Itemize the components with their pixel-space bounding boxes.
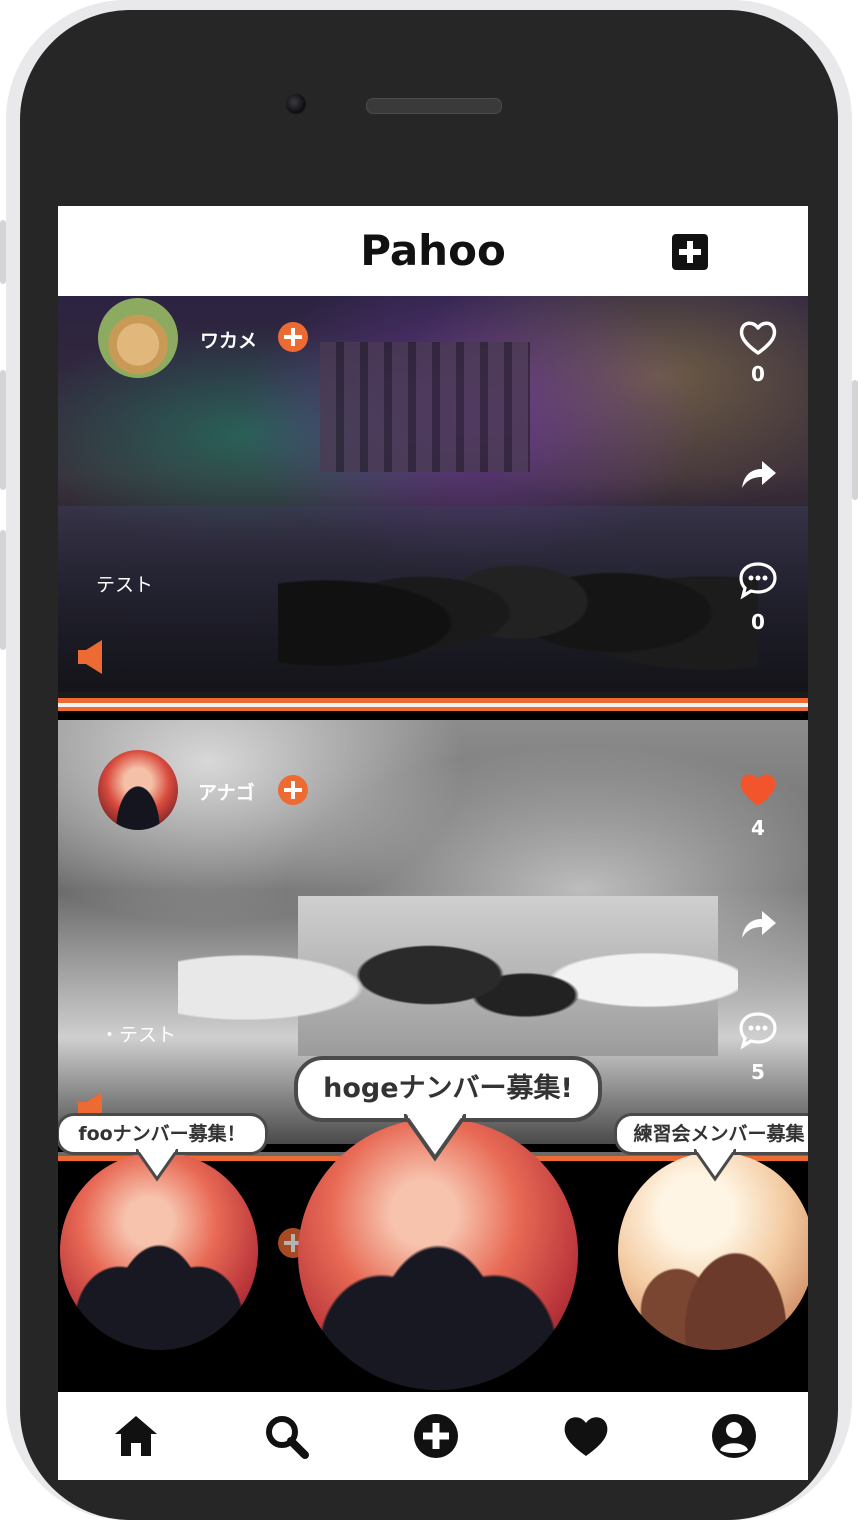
comment-count: 0 — [751, 610, 765, 634]
share-icon[interactable] — [738, 454, 778, 494]
earpiece-speaker — [366, 98, 502, 114]
post-caption: ・テスト — [100, 1024, 177, 1046]
like-count: 4 — [751, 816, 765, 840]
tooltip-tail — [136, 1149, 178, 1182]
app-header: Pahoo — [58, 206, 808, 296]
volume-down-button — [0, 530, 6, 650]
bottom-nav — [58, 1392, 808, 1480]
like-count: 0 — [751, 362, 765, 386]
action-column: 0 0 — [730, 316, 786, 676]
background-building — [320, 342, 530, 472]
concert-crowd-avatar[interactable] — [98, 750, 178, 830]
post-username[interactable]: アナゴ — [198, 778, 255, 805]
follow-button[interactable] — [278, 322, 308, 352]
tooltip-tail — [404, 1114, 466, 1162]
comment-icon[interactable] — [738, 1010, 778, 1050]
front-camera — [286, 94, 306, 114]
share-icon[interactable] — [738, 904, 778, 944]
search-icon[interactable] — [262, 1412, 310, 1460]
post-username[interactable]: ワカメ — [200, 326, 257, 353]
recruit-bubble-label[interactable]: hogeナンバー募集! — [294, 1056, 602, 1122]
post-divider-orange-2 — [58, 707, 808, 711]
volume-up-button — [0, 370, 6, 490]
video-post[interactable]: ワカメ テスト 0 0 — [58, 296, 808, 692]
power-button — [852, 380, 858, 500]
teddy-bear-avatar[interactable] — [98, 298, 178, 378]
follow-button[interactable] — [278, 775, 308, 805]
new-post-icon[interactable] — [672, 234, 708, 270]
mute-switch — [0, 220, 6, 284]
post-caption: テスト — [96, 574, 154, 596]
tooltip-tail — [694, 1149, 736, 1182]
crowd-silhouettes — [278, 476, 758, 686]
user-circle-icon[interactable] — [710, 1412, 758, 1460]
add-circle-icon[interactable] — [412, 1412, 460, 1460]
sound-icon[interactable] — [78, 640, 104, 674]
home-icon[interactable] — [112, 1412, 160, 1460]
heart-outline-icon[interactable] — [738, 318, 778, 358]
heart-filled-icon[interactable] — [738, 770, 778, 810]
comment-icon[interactable] — [738, 560, 778, 600]
app-screen: Pahoo ワカメ テスト 0 0 アナゴ ・テスト 4 5 fooナンバー募集… — [58, 206, 808, 1480]
comment-count: 5 — [751, 1060, 765, 1084]
heart-icon[interactable] — [562, 1412, 610, 1460]
action-column: 4 5 — [730, 768, 786, 1128]
